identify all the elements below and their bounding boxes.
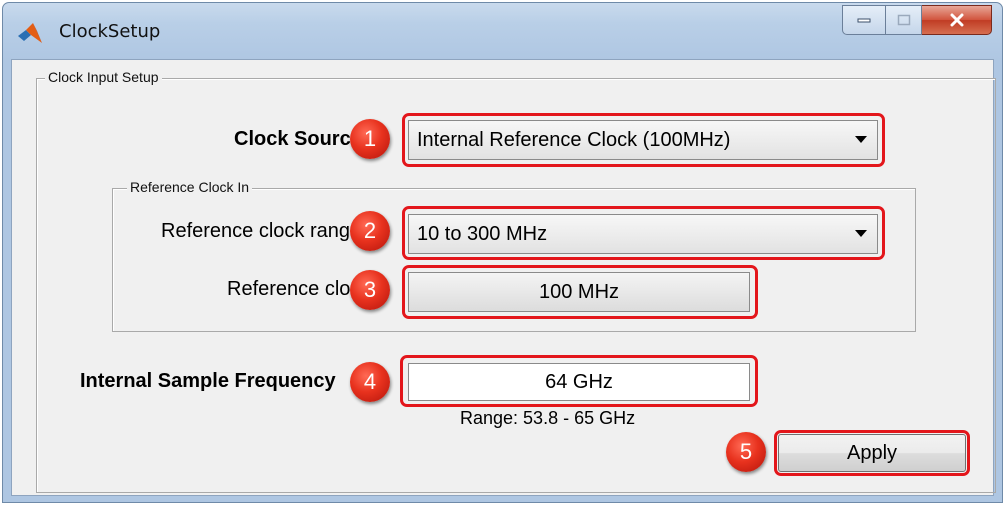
title-bar[interactable]: ClockSetup [3, 3, 1002, 59]
close-icon [950, 13, 963, 27]
reference-clock-in-legend: Reference Clock In [127, 179, 253, 195]
internal-sample-frequency-label: Internal Sample Frequency [80, 370, 336, 392]
client-area: Clock Input Setup Clock Source Internal … [11, 59, 996, 496]
matlab-logo-icon [18, 23, 42, 43]
clock-source-label: Clock Source [234, 128, 362, 150]
clock-input-setup-legend: Clock Input Setup [45, 69, 162, 85]
frequency-range-text: Range: 53.8 - 65 GHz [460, 408, 636, 428]
internal-sample-frequency-input[interactable]: 64 GHz [408, 363, 750, 401]
step-marker-2: 2 [350, 211, 390, 251]
reference-clock-range-value: 10 to 300 MHz [417, 223, 548, 245]
clocksetup-window: ClockSetup Clock Input Setup Clock Sourc… [2, 2, 1003, 503]
reference-clock-range-label: Reference clock range [161, 220, 362, 242]
minimize-icon [857, 18, 871, 23]
step-marker-3: 3 [350, 270, 390, 310]
clock-source-value: Internal Reference Clock (100MHz) [417, 129, 731, 151]
reference-clock-field: 100 MHz [408, 272, 750, 312]
minimize-button[interactable] [842, 5, 886, 35]
reference-clock-range-dropdown[interactable]: 10 to 300 MHz [408, 214, 878, 254]
clock-source-dropdown[interactable]: Internal Reference Clock (100MHz) [408, 120, 878, 160]
step-marker-1: 1 [350, 119, 390, 159]
reference-clock-label: Reference clock [227, 278, 371, 300]
caption-buttons [842, 5, 992, 35]
maximize-icon [897, 14, 910, 26]
apply-button[interactable]: Apply [778, 434, 966, 472]
chevron-down-icon [855, 136, 867, 143]
chevron-down-icon [855, 230, 867, 237]
window-title: ClockSetup [59, 21, 161, 42]
close-button[interactable] [922, 5, 992, 35]
maximize-button[interactable] [886, 5, 922, 35]
step-marker-4: 4 [350, 362, 390, 402]
step-marker-5: 5 [726, 432, 766, 472]
